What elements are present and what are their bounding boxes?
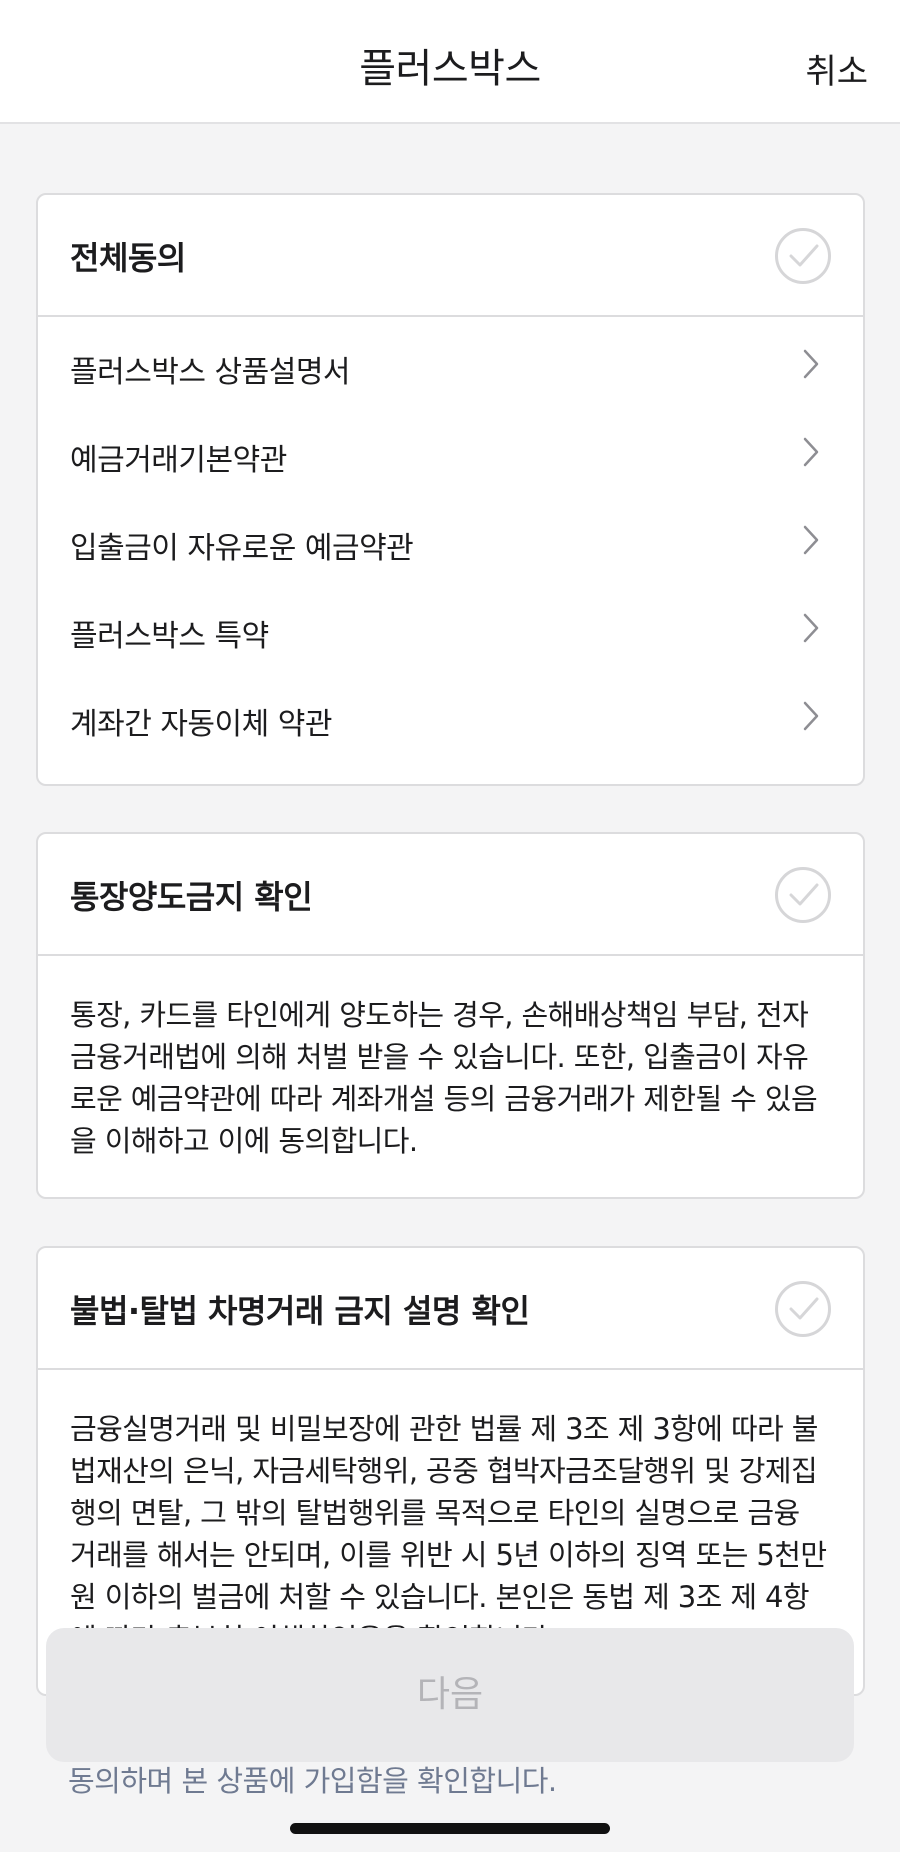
borrowed-name-header[interactable]: 불법·탈법 차명거래 금지 설명 확인 — [38, 1248, 863, 1370]
term-item-deposit-basic-terms[interactable]: 예금거래기본약관 — [38, 411, 863, 499]
borrowed-name-title: 불법·탈법 차명거래 금지 설명 확인 — [70, 1292, 530, 1330]
chevron-right-icon — [803, 613, 819, 643]
term-list: 플러스박스 상품설명서 예금거래기본약관 입출금이 자유로운 예금약관 플러스박… — [38, 317, 863, 763]
term-item-demand-deposit-terms[interactable]: 입출금이 자유로운 예금약관 — [38, 499, 863, 587]
term-item-auto-transfer-terms[interactable]: 계좌간 자동이체 약관 — [38, 675, 863, 763]
agree-all-card: 전체동의 플러스박스 상품설명서 예금거래기본약관 입출금이 자유로운 예금약관… — [36, 193, 865, 786]
term-item-label: 플러스박스 특약 — [70, 619, 269, 654]
next-button[interactable]: 다음 — [46, 1628, 854, 1762]
footer-note: 동의하며 본 상품에 가입함을 확인합니다. — [68, 1764, 557, 1798]
chevron-right-icon — [803, 525, 819, 555]
chevron-right-icon — [803, 701, 819, 731]
term-item-label: 계좌간 자동이체 약관 — [70, 707, 332, 742]
borrowed-name-checkbox[interactable] — [775, 1281, 831, 1337]
agree-all-header[interactable]: 전체동의 — [38, 195, 863, 317]
cancel-button[interactable]: 취소 — [805, 44, 868, 93]
term-item-label: 입출금이 자유로운 예금약관 — [70, 531, 414, 566]
home-indicator — [290, 1823, 610, 1834]
transfer-ban-card: 통장양도금지 확인 통장, 카드를 타인에게 양도하는 경우, 손해배상책임 부… — [36, 832, 865, 1199]
term-item-label: 플러스박스 상품설명서 — [70, 355, 351, 390]
term-item-plusbox-special-terms[interactable]: 플러스박스 특약 — [38, 587, 863, 675]
term-item-label: 예금거래기본약관 — [70, 443, 287, 478]
transfer-ban-title: 통장양도금지 확인 — [70, 878, 313, 916]
agree-all-title: 전체동의 — [70, 239, 186, 277]
transfer-ban-checkbox[interactable] — [775, 867, 831, 923]
check-icon — [789, 883, 819, 906]
check-icon — [789, 244, 819, 267]
top-bar: 플러스박스 취소 — [0, 0, 900, 124]
transfer-ban-body: 통장, 카드를 타인에게 양도하는 경우, 손해배상책임 부담, 전자금융거래법… — [70, 998, 818, 1158]
term-item-product-description[interactable]: 플러스박스 상품설명서 — [38, 323, 863, 411]
agree-all-checkbox[interactable] — [775, 228, 831, 284]
chevron-right-icon — [803, 349, 819, 379]
transfer-ban-header[interactable]: 통장양도금지 확인 — [38, 834, 863, 956]
check-icon — [789, 1297, 819, 1320]
chevron-right-icon — [803, 437, 819, 467]
page-title: 플러스박스 — [359, 46, 541, 92]
